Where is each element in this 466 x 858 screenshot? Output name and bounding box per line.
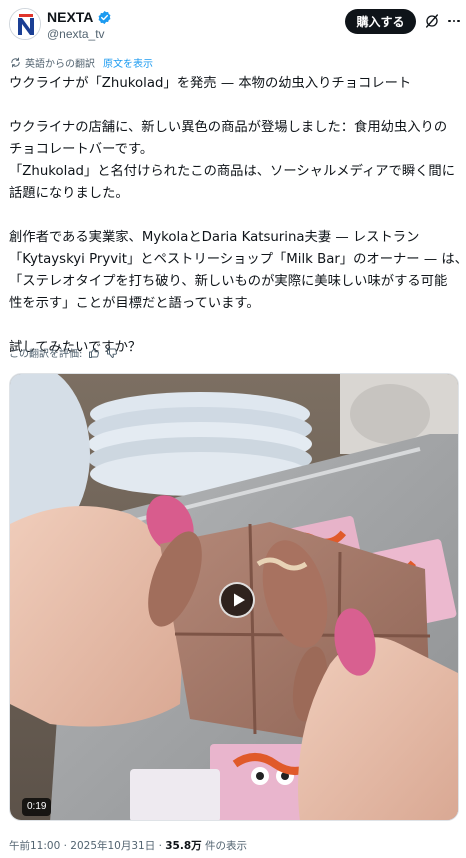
tweet-line: ウクライナの店舗に、新しい異色の商品が登場しました：食用幼虫入りの	[9, 120, 448, 135]
video-duration: 0:19	[22, 798, 52, 816]
video-player[interactable]: 0:19	[9, 373, 459, 821]
views-suffix: 件の表示	[201, 840, 248, 852]
tweet-text: ウクライナが「Zhukolad」を発売 — 本物の幼虫入りチョコレート ウクライ…	[9, 73, 466, 359]
rate-translation-row: この翻訳を評価:	[9, 345, 118, 360]
verified-badge-icon	[98, 10, 111, 24]
translated-from-label: 英語からの翻訳	[25, 59, 95, 70]
tweet-line: 「Kytayskyi Pryvit」とペストリーショップ「Milk Bar」のオ…	[9, 252, 466, 267]
play-button[interactable]	[219, 582, 255, 618]
meta-separator: ·	[155, 840, 166, 852]
tweet-line: 話題になりました。	[9, 186, 129, 201]
tweet-line: 「ステレオタイプを打ち破り、新しいものが実際に美味しい味がする可能	[9, 274, 448, 289]
tweet-date[interactable]: 2025年10月31日	[70, 840, 155, 852]
tweet-line: ウクライナが「Zhukolad」を発売 — 本物の幼虫入りチョコレート	[9, 76, 412, 91]
translate-icon	[11, 57, 20, 68]
play-icon	[233, 593, 245, 607]
thumbs-down-icon[interactable]	[106, 347, 118, 359]
author-handle[interactable]: @nexta_tv	[47, 27, 105, 41]
show-original-link[interactable]: 原文を表示	[103, 55, 153, 70]
tweet-time[interactable]: 午前11:00	[9, 840, 60, 852]
translation-notice: 英語からの翻訳 原文を表示	[10, 55, 153, 70]
author-name-row[interactable]: NEXTA	[47, 9, 112, 25]
meta-separator: ·	[60, 840, 71, 852]
tweet-line: 「Zhukolad」と名付けられたこの商品は、ソーシャルメディアで瞬く間に	[9, 164, 456, 179]
views-count: 35.8万	[165, 840, 202, 852]
author-name[interactable]: NEXTA	[47, 9, 93, 25]
nexta-logo-icon	[10, 9, 40, 39]
tweet-meta: 午前11:00 · 2025年10月31日 · 35.8万 件の表示	[9, 838, 247, 853]
more-dots-icon[interactable]	[447, 13, 461, 29]
tweet-line: 創作者である実業家、MykolaとDaria Katsurina夫妻 — レスト…	[9, 230, 420, 245]
thumbs-up-icon[interactable]	[88, 347, 100, 359]
author-avatar[interactable]	[9, 8, 41, 40]
grok-icon[interactable]	[424, 13, 440, 29]
rate-translation-label: この翻訳を評価:	[9, 349, 83, 360]
tweet-line: 性を示す」ことが目標だと語っています。	[9, 296, 260, 311]
buy-button[interactable]: 購入する	[345, 9, 416, 34]
tweet-header: NEXTA @nexta_tv 購入する	[0, 0, 466, 50]
tweet-line: チョコレートバーです。	[9, 142, 154, 157]
